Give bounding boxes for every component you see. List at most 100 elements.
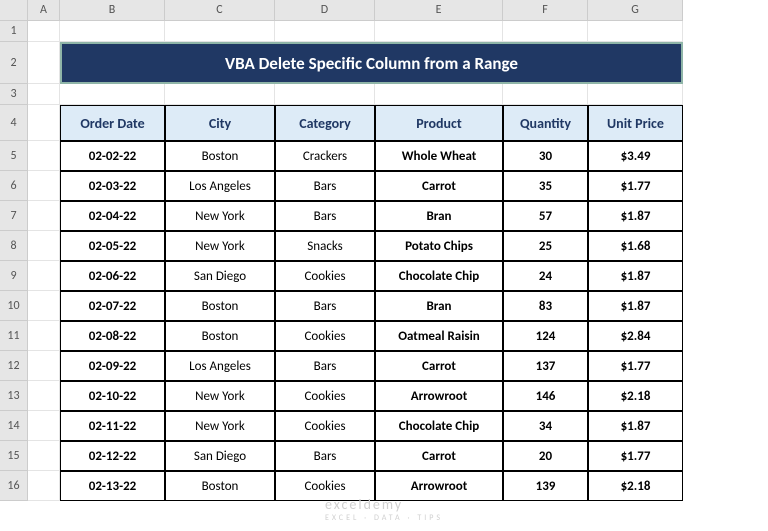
cell-date-5[interactable]: 02-02-22 xyxy=(60,141,165,171)
cell-date-10[interactable]: 02-07-22 xyxy=(60,291,165,321)
cell-prod-14[interactable]: Chocolate Chip xyxy=(375,411,503,441)
cell-price-14[interactable]: $1.87 xyxy=(588,411,683,441)
cell-G1[interactable] xyxy=(588,21,683,42)
cell-C3[interactable] xyxy=(165,84,275,105)
cell-date-11[interactable]: 02-08-22 xyxy=(60,321,165,351)
cell-city-11[interactable]: Boston xyxy=(165,321,275,351)
cell-price-13[interactable]: $2.18 xyxy=(588,381,683,411)
row-header-15[interactable]: 15 xyxy=(0,441,28,471)
cell-cat-15[interactable]: Bars xyxy=(275,441,375,471)
cell-A8[interactable] xyxy=(28,231,60,261)
cell-city-14[interactable]: New York xyxy=(165,411,275,441)
cell-prod-13[interactable]: Arrowroot xyxy=(375,381,503,411)
col-header-A[interactable]: A xyxy=(28,0,60,21)
title-cell[interactable]: VBA Delete Specific Column from a Range xyxy=(60,42,683,84)
cell-date-6[interactable]: 02-03-22 xyxy=(60,171,165,201)
cell-prod-8[interactable]: Potato Chips xyxy=(375,231,503,261)
cell-A12[interactable] xyxy=(28,351,60,381)
row-header-3[interactable]: 3 xyxy=(0,84,28,105)
cell-date-12[interactable]: 02-09-22 xyxy=(60,351,165,381)
cell-qty-8[interactable]: 25 xyxy=(503,231,588,261)
row-header-12[interactable]: 12 xyxy=(0,351,28,381)
cell-city-10[interactable]: Boston xyxy=(165,291,275,321)
cell-price-6[interactable]: $1.77 xyxy=(588,171,683,201)
cell-A11[interactable] xyxy=(28,321,60,351)
cell-city-9[interactable]: San Diego xyxy=(165,261,275,291)
cell-prod-10[interactable]: Bran xyxy=(375,291,503,321)
cell-date-8[interactable]: 02-05-22 xyxy=(60,231,165,261)
cell-A1[interactable] xyxy=(28,21,60,42)
cell-city-7[interactable]: New York xyxy=(165,201,275,231)
cell-qty-16[interactable]: 139 xyxy=(503,471,588,501)
cell-qty-5[interactable]: 30 xyxy=(503,141,588,171)
th-category[interactable]: Category xyxy=(275,105,375,141)
row-header-14[interactable]: 14 xyxy=(0,411,28,441)
cell-C1[interactable] xyxy=(165,21,275,42)
cell-date-16[interactable]: 02-13-22 xyxy=(60,471,165,501)
row-header-9[interactable]: 9 xyxy=(0,261,28,291)
cell-A3[interactable] xyxy=(28,84,60,105)
cell-A2[interactable] xyxy=(28,42,60,84)
col-header-D[interactable]: D xyxy=(275,0,375,21)
cell-F1[interactable] xyxy=(503,21,588,42)
row-header-4[interactable]: 4 xyxy=(0,105,28,141)
row-header-5[interactable]: 5 xyxy=(0,141,28,171)
cell-date-7[interactable]: 02-04-22 xyxy=(60,201,165,231)
cell-A13[interactable] xyxy=(28,381,60,411)
th-quantity[interactable]: Quantity xyxy=(503,105,588,141)
cell-price-8[interactable]: $1.68 xyxy=(588,231,683,261)
cell-qty-7[interactable]: 57 xyxy=(503,201,588,231)
cell-price-10[interactable]: $1.87 xyxy=(588,291,683,321)
cell-prod-6[interactable]: Carrot xyxy=(375,171,503,201)
cell-cat-10[interactable]: Bars xyxy=(275,291,375,321)
th-city[interactable]: City xyxy=(165,105,275,141)
cell-prod-15[interactable]: Carrot xyxy=(375,441,503,471)
cell-B3[interactable] xyxy=(60,84,165,105)
row-header-16[interactable]: 16 xyxy=(0,471,28,501)
row-header-11[interactable]: 11 xyxy=(0,321,28,351)
th-order-date[interactable]: Order Date xyxy=(60,105,165,141)
cell-date-9[interactable]: 02-06-22 xyxy=(60,261,165,291)
cell-cat-9[interactable]: Cookies xyxy=(275,261,375,291)
cell-cat-5[interactable]: Crackers xyxy=(275,141,375,171)
row-header-1[interactable]: 1 xyxy=(0,21,28,42)
cell-prod-11[interactable]: Oatmeal Raisin xyxy=(375,321,503,351)
cell-A9[interactable] xyxy=(28,261,60,291)
cell-prod-16[interactable]: Arrowroot xyxy=(375,471,503,501)
cell-cat-16[interactable]: Cookies xyxy=(275,471,375,501)
row-header-10[interactable]: 10 xyxy=(0,291,28,321)
cell-A6[interactable] xyxy=(28,171,60,201)
cell-city-13[interactable]: New York xyxy=(165,381,275,411)
cell-A16[interactable] xyxy=(28,471,60,501)
row-header-13[interactable]: 13 xyxy=(0,381,28,411)
row-header-2[interactable]: 2 xyxy=(0,42,28,84)
cell-cat-13[interactable]: Cookies xyxy=(275,381,375,411)
cell-cat-12[interactable]: Bars xyxy=(275,351,375,381)
cell-qty-13[interactable]: 146 xyxy=(503,381,588,411)
cell-cat-6[interactable]: Bars xyxy=(275,171,375,201)
col-header-C[interactable]: C xyxy=(165,0,275,21)
cell-date-14[interactable]: 02-11-22 xyxy=(60,411,165,441)
cell-A10[interactable] xyxy=(28,291,60,321)
select-all-corner[interactable] xyxy=(0,0,28,21)
col-header-E[interactable]: E xyxy=(375,0,503,21)
cell-city-5[interactable]: Boston xyxy=(165,141,275,171)
cell-price-15[interactable]: $1.77 xyxy=(588,441,683,471)
cell-city-8[interactable]: New York xyxy=(165,231,275,261)
cell-cat-14[interactable]: Cookies xyxy=(275,411,375,441)
cell-qty-12[interactable]: 137 xyxy=(503,351,588,381)
row-header-6[interactable]: 6 xyxy=(0,171,28,201)
col-header-G[interactable]: G xyxy=(588,0,683,21)
col-header-B[interactable]: B xyxy=(60,0,165,21)
cell-qty-15[interactable]: 20 xyxy=(503,441,588,471)
cell-cat-7[interactable]: Bars xyxy=(275,201,375,231)
cell-E3[interactable] xyxy=(375,84,503,105)
cell-prod-7[interactable]: Bran xyxy=(375,201,503,231)
cell-A7[interactable] xyxy=(28,201,60,231)
cell-price-11[interactable]: $2.84 xyxy=(588,321,683,351)
th-product[interactable]: Product xyxy=(375,105,503,141)
cell-A4[interactable] xyxy=(28,105,60,141)
row-header-8[interactable]: 8 xyxy=(0,231,28,261)
th-unit-price[interactable]: Unit Price xyxy=(588,105,683,141)
cell-price-12[interactable]: $1.77 xyxy=(588,351,683,381)
